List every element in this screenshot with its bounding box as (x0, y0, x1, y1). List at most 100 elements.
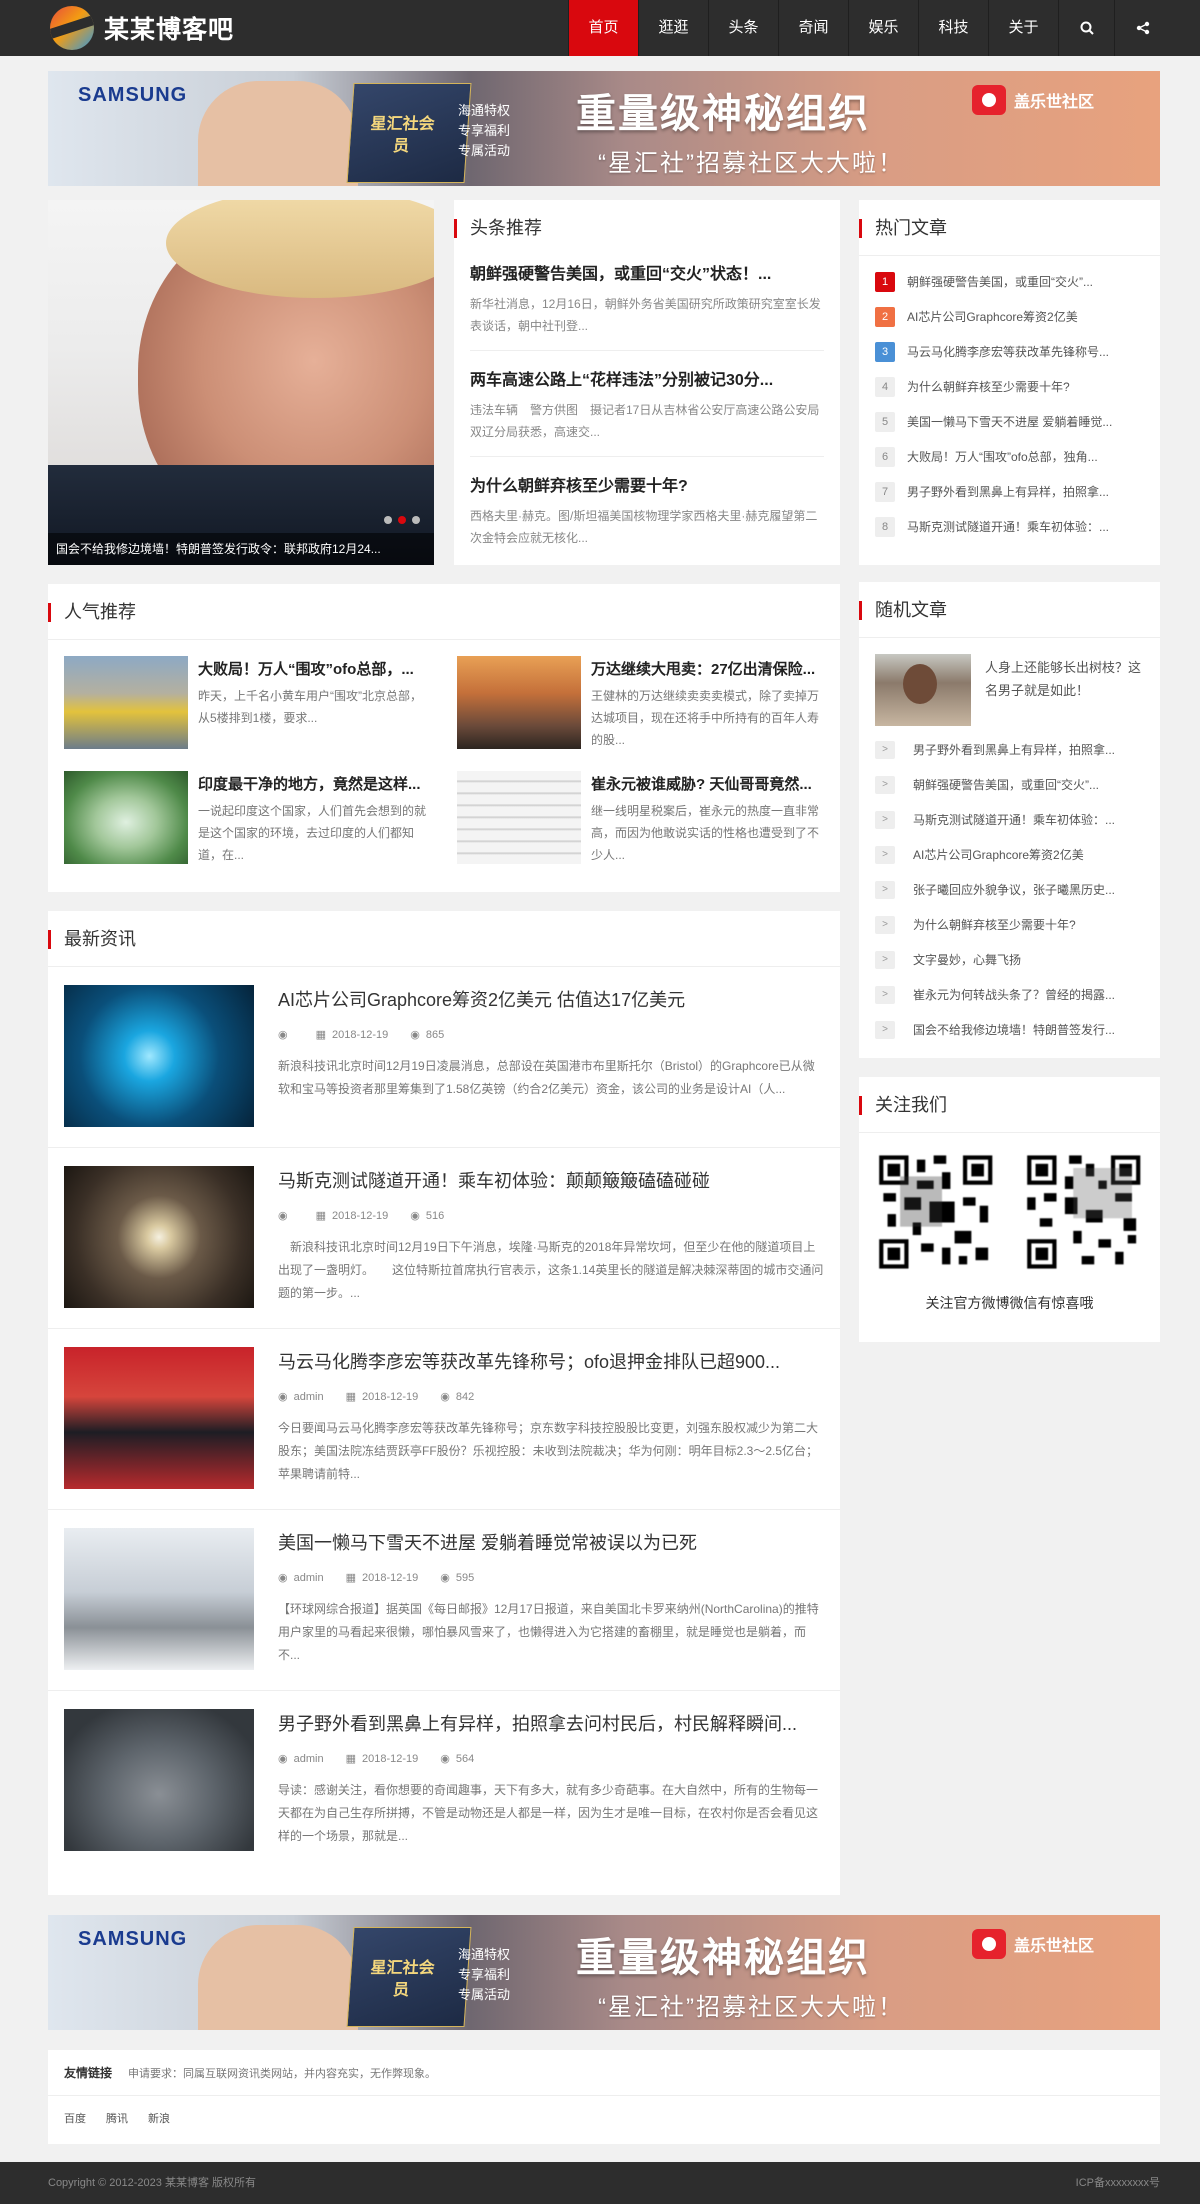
hot-article-title[interactable]: 美国一懒马下雪天不进屋 爱躺着睡觉... (907, 413, 1112, 430)
banner-hand-image (198, 81, 358, 186)
random-featured-thumb[interactable] (875, 654, 971, 726)
slider-dot-active[interactable] (398, 516, 406, 524)
random-article-title[interactable]: AI芯片公司Graphcore筹资2亿美 (913, 846, 1084, 863)
random-article-item[interactable]: > 为什么朝鲜弃核至少需要十年? (875, 907, 1144, 942)
random-featured-item[interactable]: 人身上还能够长出树枝？这名男子就是如此！ (859, 638, 1160, 732)
popular-title[interactable]: 崔永元被谁威胁? 天仙哥哥竟然... (591, 773, 824, 794)
random-article-item[interactable]: > 文字曼妙，心舞飞扬 (875, 942, 1144, 977)
news-title[interactable]: 美国一懒马下雪天不进屋 爱躺着睡觉常被误以为已死 (278, 1529, 824, 1555)
news-item[interactable]: AI芯片公司Graphcore筹资2亿美元 估值达17亿美元 ◉ ▦ 2018-1… (48, 967, 840, 1148)
bottom-banner-ad[interactable]: SAMSUNG 星汇社会员 海通特权 专享福利 专属活动 重量级神秘组织 “星汇… (48, 1915, 1160, 2030)
news-title[interactable]: 马云马化腾李彦宏等获改革先锋称号；ofo退押金排队已超900... (278, 1348, 824, 1374)
headline-item[interactable]: 为什么朝鲜弃核至少需要十年? 西格夫里·赫克。图/斯坦福美国核物理学家西格夫里·… (470, 457, 824, 562)
nav-item-oddities[interactable]: 奇闻 (778, 0, 848, 56)
news-thumb[interactable] (64, 985, 254, 1127)
popular-thumb[interactable] (457, 656, 581, 749)
section-title: 随机文章 (859, 582, 1160, 638)
hot-article-item[interactable]: 3 马云马化腾李彦宏等获改革先锋称号... (875, 334, 1144, 369)
news-thumb[interactable] (64, 1709, 254, 1851)
popular-item[interactable]: 印度最干净的地方，竟然是这样... 一说起印度这个国家，人们首先会想到的就是这个国… (64, 771, 431, 886)
news-item[interactable]: 美国一懒马下雪天不进屋 爱躺着睡觉常被误以为已死 ◉ admin ▦ 2018-12… (48, 1510, 840, 1691)
random-article-title[interactable]: 朝鲜强硬警告美国，或重回“交火”... (913, 776, 1099, 793)
headline-title[interactable]: 为什么朝鲜弃核至少需要十年? (470, 472, 824, 496)
share-icon[interactable] (1114, 0, 1170, 56)
random-article-item[interactable]: > 国会不给我修边境墙！特朗普签发行... (875, 1012, 1144, 1047)
popular-title[interactable]: 大败局！万人“围攻”ofo总部，... (198, 658, 431, 679)
random-article-item[interactable]: > AI芯片公司Graphcore筹资2亿美 (875, 837, 1144, 872)
popular-item[interactable]: 大败局！万人“围攻”ofo总部，... 昨天，上千名小黄车用户“围攻”北京总部，从… (64, 656, 431, 771)
slider-caption[interactable]: 国会不给我修边境墙！特朗普签发行政令：联邦政府12月24... (48, 533, 434, 565)
eye-icon: ◉ (440, 1391, 450, 1403)
hot-article-item[interactable]: 1 朝鲜强硬警告美国，或重回“交火”... (875, 264, 1144, 299)
random-article-item[interactable]: > 崔永元为何转战头条了？曾经的揭露... (875, 977, 1144, 1012)
nav-item-tech[interactable]: 科技 (918, 0, 988, 56)
slider-dot[interactable] (412, 516, 420, 524)
hot-article-title[interactable]: 马斯克测试隧道开通！乘车初体验：... (907, 518, 1109, 535)
random-article-item[interactable]: > 张子曦回应外貌争议，张子曦黑历史... (875, 872, 1144, 907)
top-banner-ad[interactable]: SAMSUNG 星汇社会员 海通特权 专享福利 专属活动 重量级神秘组织 “星汇… (48, 71, 1160, 186)
popular-thumb[interactable] (64, 771, 188, 864)
news-thumb[interactable] (64, 1166, 254, 1308)
footer-icp[interactable]: ICP备xxxxxxxx号 (1076, 2162, 1160, 2204)
site-footer: Copyright © 2012-2023 某某博客 版权所有 ICP备xxxx… (0, 2162, 1200, 2204)
section-title: 头条推荐 (454, 200, 840, 256)
search-icon[interactable] (1058, 0, 1114, 56)
news-title[interactable]: 男子野外看到黑鼻上有异样，拍照拿去问村民后，村民解释瞬间... (278, 1710, 824, 1736)
news-item[interactable]: 马云马化腾李彦宏等获改革先锋称号；ofo退押金排队已超900... ◉ admin… (48, 1329, 840, 1510)
popular-thumb[interactable] (457, 771, 581, 864)
random-article-item[interactable]: > 朝鲜强硬警告美国，或重回“交火”... (875, 767, 1144, 802)
popular-title[interactable]: 印度最干净的地方，竟然是这样... (198, 773, 431, 794)
popular-thumb[interactable] (64, 656, 188, 749)
hot-article-item[interactable]: 5 美国一懒马下雪天不进屋 爱躺着睡觉... (875, 404, 1144, 439)
headline-title[interactable]: 两车高速公路上“花样违法”分别被记30分... (470, 366, 824, 390)
popular-title[interactable]: 万达继续大甩卖：27亿出清保险... (591, 658, 824, 679)
news-views: ◉ 865 (410, 1028, 444, 1042)
popular-item[interactable]: 崔永元被谁威胁? 天仙哥哥竟然... 继一线明星税案后，崔永元的热度一直非常高，而… (457, 771, 824, 886)
hot-article-item[interactable]: 2 AI芯片公司Graphcore筹资2亿美 (875, 299, 1144, 334)
nav-item-headlines[interactable]: 头条 (708, 0, 778, 56)
headline-item[interactable]: 朝鲜强硬警告美国，或重回“交火”状态！... 新华社消息，12月16日，朝鲜外务… (470, 256, 824, 351)
hot-article-title[interactable]: AI芯片公司Graphcore筹资2亿美 (907, 308, 1078, 325)
random-article-title[interactable]: 崔永元为何转战头条了？曾经的揭露... (913, 986, 1115, 1003)
hot-article-title[interactable]: 朝鲜强硬警告美国，或重回“交火”... (907, 273, 1093, 290)
random-article-title[interactable]: 国会不给我修边境墙！特朗普签发行... (913, 1021, 1115, 1038)
news-title[interactable]: AI芯片公司Graphcore筹资2亿美元 估值达17亿美元 (278, 986, 824, 1012)
hot-article-title[interactable]: 马云马化腾李彦宏等获改革先锋称号... (907, 343, 1109, 360)
chevron-right-icon: > (875, 775, 895, 794)
hot-article-item[interactable]: 7 男子野外看到黑鼻上有异样，拍照拿... (875, 474, 1144, 509)
popular-item[interactable]: 万达继续大甩卖：27亿出清保险... 王健林的万达继续卖卖卖模式，除了卖掉万达城项… (457, 656, 824, 771)
random-article-title[interactable]: 张子曦回应外貌争议，张子曦黑历史... (913, 881, 1115, 898)
hot-article-title[interactable]: 大败局！万人“围攻”ofo总部，独角... (907, 448, 1098, 465)
site-name: 某某博客吧 (104, 16, 235, 44)
headline-item[interactable]: 两车高速公路上“花样违法”分别被记30分... 违法车辆 警方供图 摄记者17日… (470, 351, 824, 457)
random-article-title[interactable]: 男子野外看到黑鼻上有异样，拍照拿... (913, 741, 1115, 758)
news-title[interactable]: 马斯克测试隧道开通！乘车初体验：颠颠簸簸磕磕碰碰 (278, 1167, 824, 1193)
news-thumb[interactable] (64, 1347, 254, 1489)
headline-title[interactable]: 朝鲜强硬警告美国，或重回“交火”状态！... (470, 260, 824, 284)
news-thumb[interactable] (64, 1528, 254, 1670)
site-logo[interactable]: 某某博客吧 (50, 6, 234, 50)
random-article-item[interactable]: > 马斯克测试隧道开通！乘车初体验：... (875, 802, 1144, 837)
hot-article-title[interactable]: 男子野外看到黑鼻上有异样，拍照拿... (907, 483, 1109, 500)
friend-link[interactable]: 百度 (64, 2110, 86, 2126)
friend-link[interactable]: 腾讯 (106, 2110, 128, 2126)
nav-item-entertainment[interactable]: 娱乐 (848, 0, 918, 56)
nav-item-browse[interactable]: 逛逛 (638, 0, 708, 56)
friend-link[interactable]: 新浪 (148, 2110, 170, 2126)
hot-article-item[interactable]: 4 为什么朝鲜弃核至少需要十年? (875, 369, 1144, 404)
random-article-title[interactable]: 为什么朝鲜弃核至少需要十年? (913, 916, 1076, 933)
random-featured-title[interactable]: 人身上还能够长出树枝？这名男子就是如此！ (985, 656, 1144, 726)
hot-article-title[interactable]: 为什么朝鲜弃核至少需要十年? (907, 378, 1070, 395)
featured-slider[interactable]: 国会不给我修边境墙！特朗普签发行政令：联邦政府12月24... (48, 200, 434, 565)
banner-brand-right: 盖乐世社区 (972, 85, 1094, 115)
slider-dot[interactable] (384, 516, 392, 524)
random-article-item[interactable]: > 男子野外看到黑鼻上有异样，拍照拿... (875, 732, 1144, 767)
news-item[interactable]: 马斯克测试隧道开通！乘车初体验：颠颠簸簸磕磕碰碰 ◉ ▦ 2018-12-19 ◉… (48, 1148, 840, 1329)
random-article-title[interactable]: 马斯克测试隧道开通！乘车初体验：... (913, 811, 1115, 828)
hot-article-item[interactable]: 8 马斯克测试隧道开通！乘车初体验：... (875, 509, 1144, 544)
hot-article-item[interactable]: 6 大败局！万人“围攻”ofo总部，独角... (875, 439, 1144, 474)
random-article-title[interactable]: 文字曼妙，心舞飞扬 (913, 951, 1021, 968)
news-item[interactable]: 男子野外看到黑鼻上有异样，拍照拿去问村民后，村民解释瞬间... ◉ admin ▦… (48, 1691, 840, 1872)
nav-item-home[interactable]: 首页 (568, 0, 638, 56)
nav-item-about[interactable]: 关于 (988, 0, 1058, 56)
